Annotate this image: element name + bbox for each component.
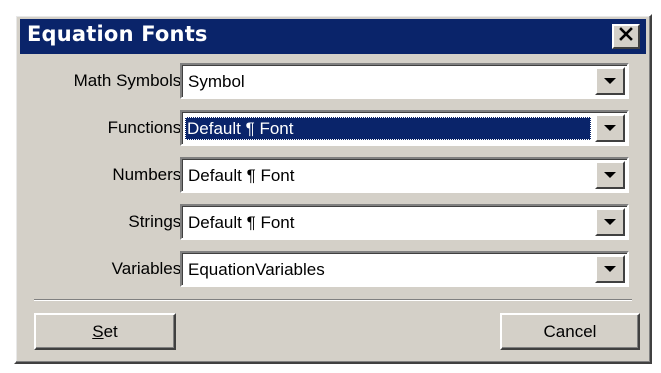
close-icon xyxy=(619,27,633,46)
math-symbols-value: Symbol xyxy=(188,72,245,91)
variables-value: EquationVariables xyxy=(188,260,325,279)
numbers-value: Default ¶ Font xyxy=(188,166,295,185)
math-symbols-label: Math Symbols: xyxy=(73,71,186,90)
row-variables: Variables: EquationVariables xyxy=(16,251,650,287)
cancel-button[interactable]: Cancel xyxy=(500,313,640,350)
set-access-key: S xyxy=(92,321,104,341)
set-button[interactable]: Set xyxy=(34,313,176,350)
chevron-down-icon xyxy=(604,125,616,131)
row-functions: Functions: Default ¶ Font xyxy=(16,110,650,146)
row-strings: Strings: Default ¶ Font xyxy=(16,204,650,240)
dialog-title: Equation Fonts xyxy=(27,22,208,46)
numbers-select[interactable]: Default ¶ Font xyxy=(180,157,629,193)
math-symbols-dropdown-button[interactable] xyxy=(595,67,625,95)
strings-value: Default ¶ Font xyxy=(188,213,295,232)
separator xyxy=(34,299,632,301)
chevron-down-icon xyxy=(604,172,616,178)
set-label-rest: et xyxy=(103,321,118,341)
math-symbols-select[interactable]: Symbol xyxy=(180,63,629,99)
close-button[interactable] xyxy=(612,24,640,49)
functions-select[interactable]: Default ¶ Font xyxy=(180,110,629,146)
functions-dropdown-button[interactable] xyxy=(595,114,625,142)
row-numbers: Numbers: Default ¶ Font xyxy=(16,157,650,193)
variables-dropdown-button[interactable] xyxy=(595,255,625,283)
strings-select[interactable]: Default ¶ Font xyxy=(180,204,629,240)
numbers-label: Numbers: xyxy=(112,165,186,184)
chevron-down-icon xyxy=(604,78,616,84)
variables-label: Variables: xyxy=(111,259,186,278)
variables-select[interactable]: EquationVariables xyxy=(180,251,629,287)
numbers-dropdown-button[interactable] xyxy=(595,161,625,189)
functions-value: Default ¶ Font xyxy=(185,117,591,140)
chevron-down-icon xyxy=(604,266,616,272)
strings-label: Strings: xyxy=(128,212,186,231)
strings-dropdown-button[interactable] xyxy=(595,208,625,236)
chevron-down-icon xyxy=(604,219,616,225)
equation-fonts-dialog: Equation Fonts Math Symbols: Symbol Func… xyxy=(14,14,652,364)
functions-label: Functions: xyxy=(107,118,186,137)
row-math-symbols: Math Symbols: Symbol xyxy=(16,63,650,99)
title-bar[interactable]: Equation Fonts xyxy=(20,19,646,54)
